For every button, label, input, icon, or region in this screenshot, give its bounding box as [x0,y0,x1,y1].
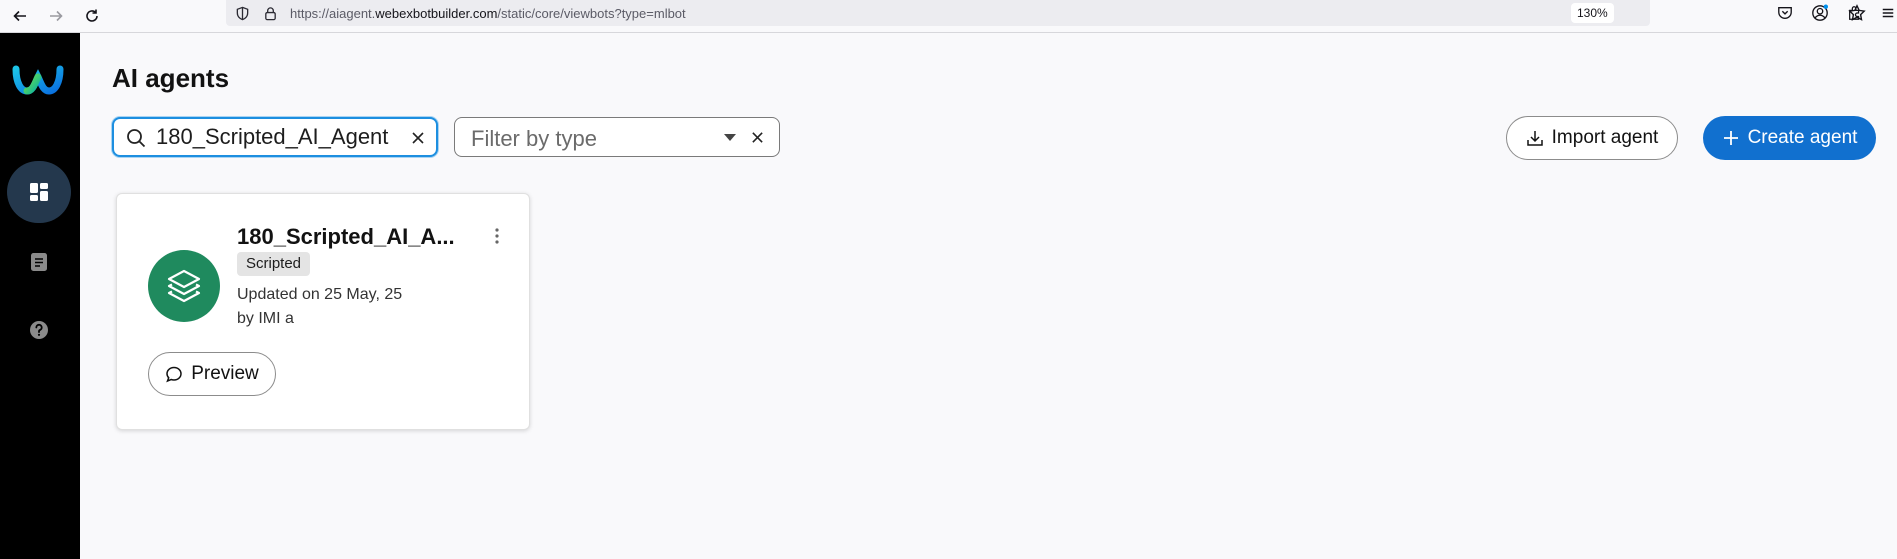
import-agent-label: Import agent [1551,127,1659,148]
agent-name[interactable]: 180_Scripted_AI_A... [237,224,457,250]
import-agent-button[interactable]: Import agent [1506,116,1678,160]
sidebar-item-documents[interactable] [7,231,71,293]
create-agent-label: Create agent [1747,127,1858,148]
lock-icon[interactable] [262,5,278,21]
zoom-level-badge[interactable]: 130% [1571,3,1614,23]
grid-icon [30,183,48,201]
pocket-icon[interactable] [1775,3,1795,23]
chat-bubble-icon [166,366,182,383]
sidebar-item-dashboard[interactable] [7,161,71,223]
clear-filter-icon[interactable] [747,127,767,147]
layers-icon [167,269,201,303]
main-content: AI agents Filter by type Import agent Cr… [80,33,1897,559]
preview-label: Preview [191,363,259,384]
more-options-icon[interactable] [487,224,507,248]
webex-logo-icon[interactable] [12,61,64,97]
forward-icon[interactable] [44,4,68,28]
plus-icon [1723,131,1738,145]
app-sidebar [0,33,80,559]
search-input[interactable] [156,123,406,151]
shield-icon[interactable] [234,5,250,21]
page-title: AI agents [112,63,230,93]
account-icon[interactable] [1810,3,1830,23]
filter-type-select[interactable]: Filter by type [454,117,780,157]
menu-icon[interactable] [1878,3,1897,23]
clear-search-icon[interactable] [408,128,428,148]
agent-type-badge: Scripted [237,252,311,276]
search-field[interactable] [112,117,438,157]
agent-author: by IMI a [237,310,294,327]
extensions-icon[interactable] [1845,3,1865,23]
agent-card[interactable]: 180_Scripted_AI_A... Scripted Updated on… [116,193,530,430]
address-bar[interactable]: https://aiagent.webexbotbuilder.com/stat… [226,0,1866,26]
search-icon [127,129,146,148]
import-icon [1526,131,1543,146]
document-icon [31,253,47,271]
back-icon[interactable] [8,4,32,28]
create-agent-button[interactable]: Create agent [1703,116,1876,160]
filter-placeholder: Filter by type [471,126,597,151]
browser-toolbar: https://aiagent.webexbotbuilder.com/stat… [0,0,1897,33]
agent-avatar [148,250,220,322]
preview-button[interactable]: Preview [148,352,276,396]
help-icon [30,321,48,339]
reload-icon[interactable] [80,4,104,28]
chevron-down-icon[interactable] [723,132,737,142]
url-text[interactable]: https://aiagent.webexbotbuilder.com/stat… [290,6,686,21]
agent-updated-date: Updated on 25 May, 25 [237,286,403,303]
sidebar-item-help[interactable] [7,299,71,361]
